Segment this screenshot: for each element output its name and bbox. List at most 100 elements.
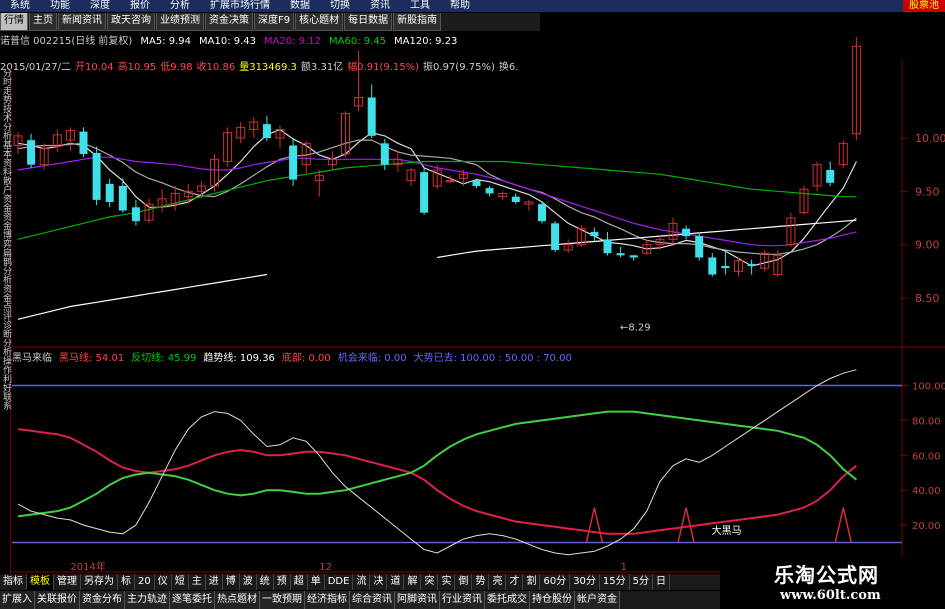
indicator-button[interactable]: 单: [308, 574, 325, 590]
indicator-button[interactable]: 管理: [54, 574, 81, 590]
tab[interactable]: 深度F9: [254, 13, 295, 31]
function-button[interactable]: 主力轨迹: [125, 591, 170, 609]
menu-item[interactable]: 帮助: [440, 0, 480, 12]
function-button[interactable]: 一致预期: [260, 591, 305, 609]
indicator-legend-item: 黑马来临: [12, 353, 52, 364]
candle-body-down: [485, 188, 494, 194]
menu-item[interactable]: 分析: [160, 0, 200, 12]
indicator-button[interactable]: 15分: [600, 574, 630, 590]
indicator-button[interactable]: 预: [274, 574, 291, 590]
indicator-legend-item: 反切线: 45.99: [131, 353, 197, 364]
function-button[interactable]: 行业资讯: [440, 591, 485, 609]
indicator-button[interactable]: 60分: [540, 574, 571, 590]
function-button[interactable]: 经济指标: [305, 591, 350, 609]
tab[interactable]: 行情: [0, 13, 28, 31]
indicator-button[interactable]: 波: [240, 574, 257, 590]
tab[interactable]: 新闻资讯: [58, 13, 106, 31]
left-nav-item[interactable]: 分时走势: [0, 68, 11, 104]
function-button[interactable]: 持仓股份: [530, 591, 575, 609]
menu-item[interactable]: 数据: [280, 0, 320, 12]
left-nav-item[interactable]: 诊断: [0, 320, 11, 338]
indicator-button[interactable]: 另存为: [81, 574, 118, 590]
tab[interactable]: 政天咨询: [107, 13, 155, 31]
indicator-button[interactable]: 突: [421, 574, 439, 590]
left-nav-item[interactable]: 扁鹊分析: [0, 248, 11, 284]
left-nav-item[interactable]: 分析: [0, 338, 11, 356]
ma-legend-item: MA5: 9.94: [140, 36, 191, 47]
function-button[interactable]: 关联报价: [35, 591, 80, 609]
left-nav-item[interactable]: 散户资金: [0, 176, 11, 212]
indicator-button[interactable]: 道: [387, 574, 405, 590]
chart-area[interactable]: 10.00 9.50 9.00 8.50 ←8.29 100.00 80.00 60.00 40…: [0, 0, 945, 609]
tab[interactable]: 业绩预测: [156, 13, 204, 31]
candle-body-down: [747, 263, 756, 266]
menu-item[interactable]: 报价: [120, 0, 160, 12]
tab[interactable]: 每日数据: [344, 13, 393, 31]
indicator-button[interactable]: DDE: [325, 574, 354, 590]
function-button[interactable]: 综合资讯: [350, 591, 395, 609]
left-nav-item[interactable]: 点评: [0, 302, 11, 320]
indicator-button[interactable]: 势: [472, 574, 490, 590]
function-button[interactable]: 阿脚资讯: [395, 591, 440, 609]
indicator-button[interactable]: 标: [118, 574, 135, 590]
tab[interactable]: 核心题材: [295, 13, 344, 31]
function-button[interactable]: 委托成交: [485, 591, 530, 609]
function-button[interactable]: 热点题材: [215, 591, 260, 609]
indicator-tick-label: 100.00: [912, 381, 945, 392]
menu-item[interactable]: 深度: [80, 0, 120, 12]
indicator-button[interactable]: 指标: [0, 574, 27, 590]
indicator-button[interactable]: 才: [506, 574, 524, 590]
indicator-button[interactable]: 流: [353, 574, 371, 590]
candle-body-down: [721, 266, 730, 269]
tab[interactable]: 主页: [29, 13, 57, 31]
candle-body-down: [105, 183, 114, 202]
date-label: 2014年: [70, 560, 105, 573]
left-nav-item[interactable]: 资金博弈: [0, 212, 11, 248]
candle-body-down: [367, 97, 376, 136]
low-price-label: ←8.29: [620, 322, 651, 333]
ohlc-value: 额3.31亿: [300, 62, 344, 73]
menu-item[interactable]: 切换: [320, 0, 360, 12]
ma-legend-item: MA10: 9.43: [199, 36, 257, 47]
function-button[interactable]: 扩展入: [0, 591, 35, 609]
menu-item[interactable]: 扩展市场行情: [200, 0, 280, 12]
function-button[interactable]: 逐笔委托: [170, 591, 215, 609]
left-nav-item[interactable]: 联系: [0, 392, 11, 410]
indicator-button[interactable]: 解: [404, 574, 422, 590]
tab[interactable]: 新股指南: [393, 13, 442, 31]
indicator-button[interactable]: 超: [291, 574, 308, 590]
indicator-button[interactable]: 统: [257, 574, 274, 590]
menu-item[interactable]: 资讯: [360, 0, 400, 12]
left-nav-item[interactable]: 基本资料: [0, 140, 11, 176]
indicator-legend-item: 底部: 0.00: [281, 353, 331, 364]
function-button[interactable]: 资金分布: [80, 591, 125, 609]
left-nav-item[interactable]: 操作: [0, 356, 11, 374]
indicator-button[interactable]: 决: [370, 574, 388, 590]
indicator-button[interactable]: 博: [223, 574, 240, 590]
menu-item[interactable]: 功能: [40, 0, 80, 12]
candle-body-down: [27, 140, 36, 165]
indicator-button[interactable]: 进: [206, 574, 223, 590]
indicator-button[interactable]: 模板: [27, 574, 54, 590]
indicator-button[interactable]: 主: [189, 574, 206, 590]
indicator-button[interactable]: 割: [523, 574, 541, 590]
indicator-button[interactable]: 倒: [455, 574, 473, 590]
indicator-button[interactable]: 亮: [489, 574, 507, 590]
indicator-button[interactable]: 30分: [570, 574, 600, 590]
ohlc-value: 振0.97(9.75%): [423, 62, 495, 73]
indicator-button[interactable]: 日: [653, 574, 671, 590]
indicator-button[interactable]: 实: [438, 574, 456, 590]
indicator-button[interactable]: 仪: [155, 574, 172, 590]
left-nav-item[interactable]: 资金: [0, 284, 11, 302]
left-nav-item[interactable]: 利好: [0, 374, 11, 392]
candle-body-down: [92, 152, 101, 200]
menu-item[interactable]: 工具: [400, 0, 440, 12]
indicator-button[interactable]: 5分: [630, 574, 654, 590]
price-tick-label: 8.50: [915, 292, 940, 305]
tab[interactable]: 资金决策: [205, 13, 253, 31]
left-nav-item[interactable]: 技术分析: [0, 104, 11, 140]
menu-item[interactable]: 系统: [0, 0, 40, 12]
indicator-button[interactable]: 20: [135, 574, 155, 590]
indicator-button[interactable]: 短: [172, 574, 189, 590]
function-button[interactable]: 帐户资金: [575, 591, 620, 609]
